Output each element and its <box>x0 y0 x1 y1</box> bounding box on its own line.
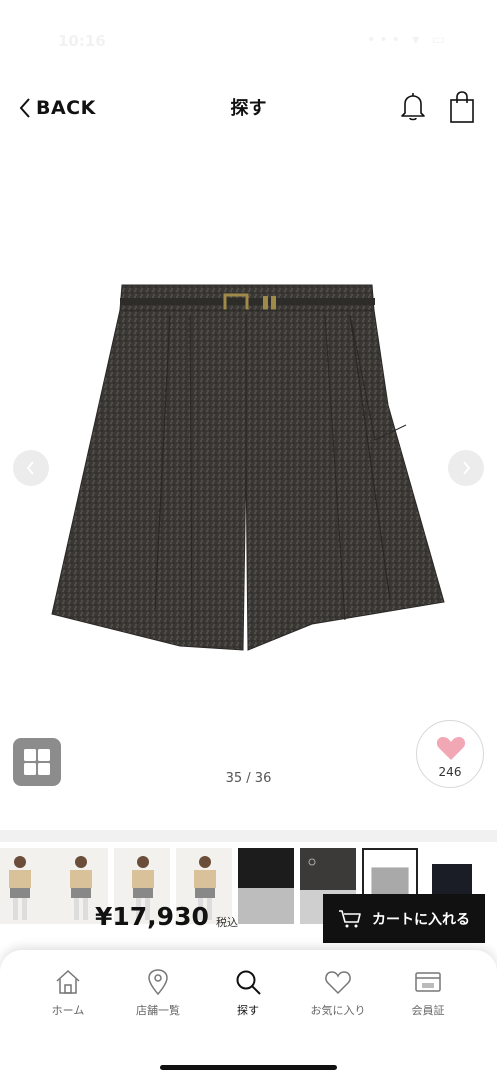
product-gallery[interactable]: 35 / 36 246 <box>0 0 497 830</box>
tab-member-card-label: 会員証 <box>411 1004 445 1017</box>
like-button[interactable]: 246 <box>416 720 484 788</box>
product-image <box>51 284 445 651</box>
chevron-right-icon <box>463 461 471 475</box>
next-image-button[interactable] <box>448 450 484 486</box>
bottom-tab-bar: ホーム 店舗一覧 探す お気に入り 会員証 <box>0 950 497 1080</box>
previous-image-button[interactable] <box>13 450 49 486</box>
heart-icon <box>325 971 351 995</box>
tab-stores[interactable]: 店舗一覧 <box>113 968 203 1028</box>
cart-icon <box>339 909 361 927</box>
home-indicator <box>160 1065 337 1070</box>
tab-search-label: 探す <box>237 1004 259 1017</box>
member-card-icon <box>415 972 441 992</box>
tab-member-card[interactable]: 会員証 <box>383 968 473 1028</box>
tab-search[interactable]: 探す <box>203 968 293 1028</box>
search-icon <box>236 970 261 995</box>
tab-favorites-label: お気に入り <box>310 1004 366 1017</box>
tab-home[interactable]: ホーム <box>23 968 113 1028</box>
add-to-cart-button[interactable]: カートに入れる <box>323 894 485 943</box>
tab-stores-label: 店舗一覧 <box>136 1004 180 1017</box>
tax-label: 税込 <box>216 916 238 929</box>
purchase-bar: ¥17,930 税込 カートに入れる <box>0 892 497 946</box>
tab-home-label: ホーム <box>51 1004 85 1017</box>
tab-favorites[interactable]: お気に入り <box>293 968 383 1028</box>
like-count: 246 <box>438 765 462 779</box>
add-to-cart-label: カートに入れる <box>372 911 470 928</box>
product-price: ¥17,930 <box>95 902 209 931</box>
chevron-left-icon <box>26 461 34 475</box>
section-divider <box>0 830 497 842</box>
home-icon <box>56 969 80 994</box>
heart-icon <box>436 737 466 760</box>
location-pin-icon <box>148 969 168 996</box>
